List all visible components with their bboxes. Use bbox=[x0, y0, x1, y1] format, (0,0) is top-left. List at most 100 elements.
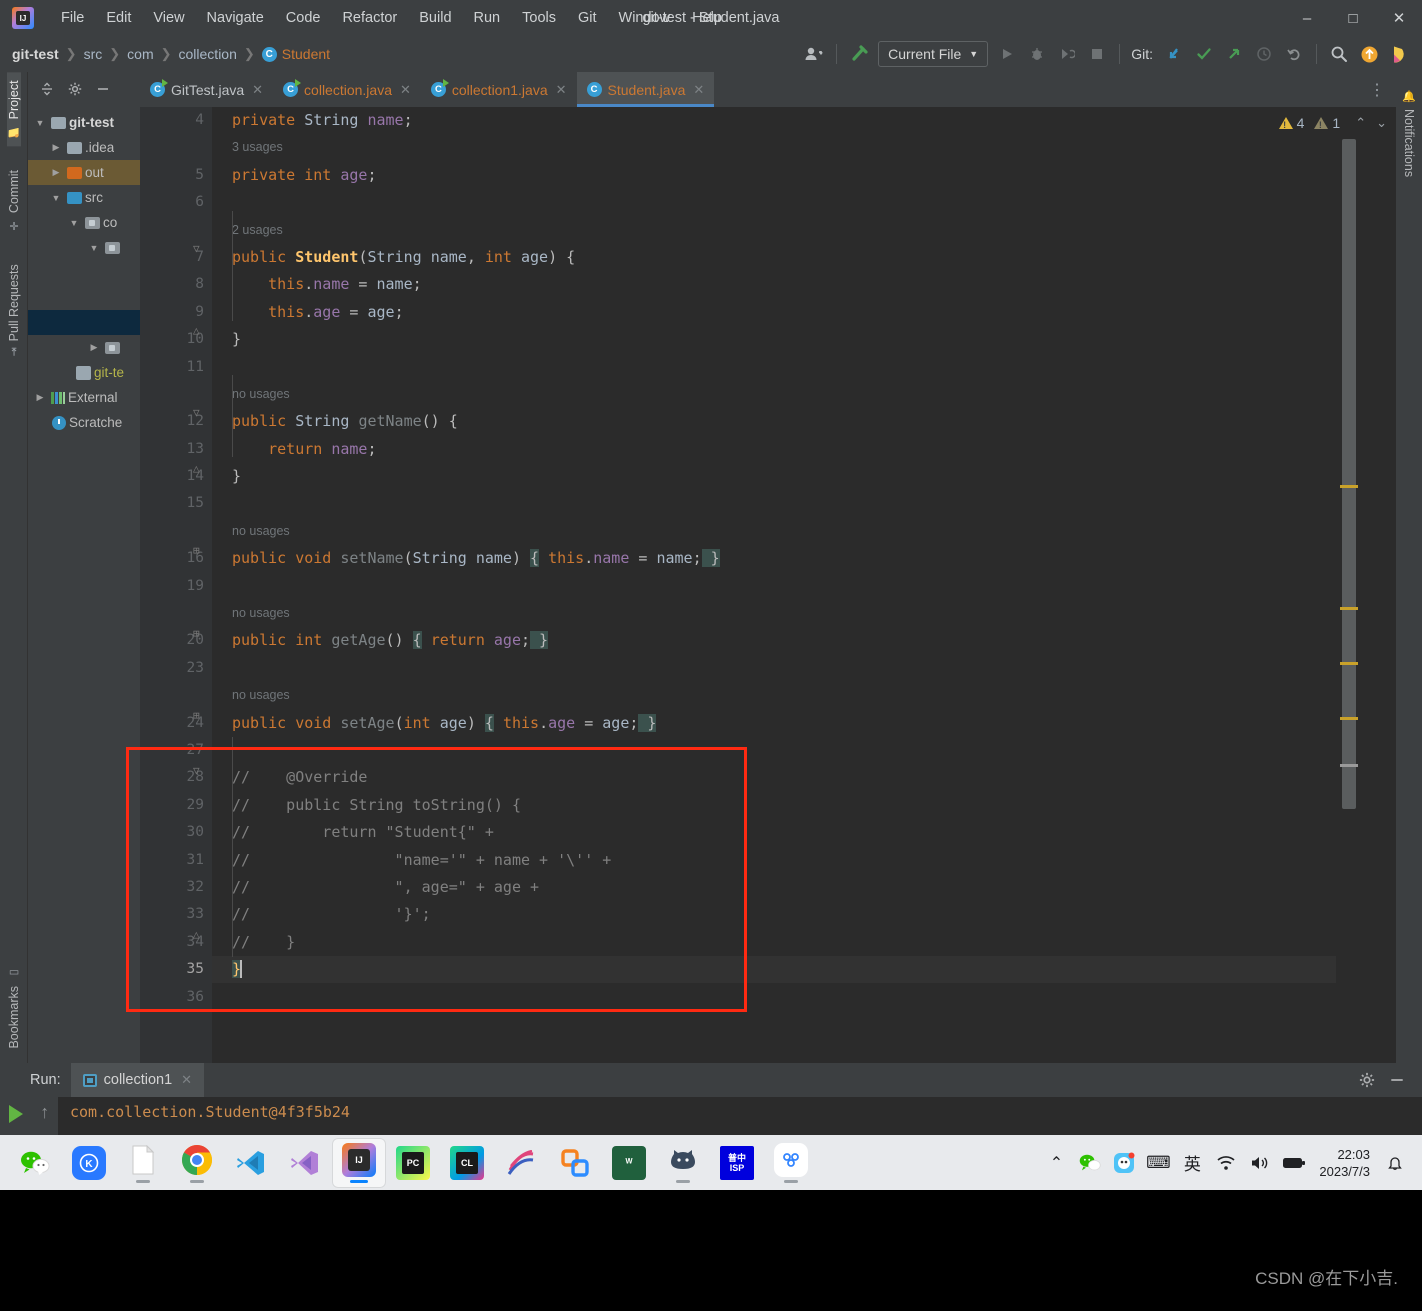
build-hammer-icon[interactable] bbox=[844, 40, 874, 68]
menu-navigate[interactable]: Navigate bbox=[196, 7, 275, 29]
taskbar-clock[interactable]: 22:03 2023/7/3 bbox=[1311, 1146, 1378, 1180]
scroll-up-icon[interactable]: ↑ bbox=[40, 1102, 49, 1123]
menu-view[interactable]: View bbox=[142, 7, 195, 29]
maximize-button[interactable]: □ bbox=[1330, 0, 1376, 36]
menu-code[interactable]: Code bbox=[275, 7, 332, 29]
gear-icon[interactable] bbox=[62, 77, 88, 101]
ime-language-icon[interactable]: 英 bbox=[1175, 1143, 1209, 1183]
scrollbar-weak-warning-marker[interactable] bbox=[1340, 764, 1358, 767]
tree-node-iml[interactable]: git-te bbox=[28, 360, 140, 385]
taskbar-app-file-explorer[interactable] bbox=[116, 1138, 170, 1188]
tool-window-tab-project[interactable]: 📁 Project bbox=[6, 72, 21, 147]
fold-icon-getname[interactable]: ▽ bbox=[193, 406, 200, 419]
ide-update-icon[interactable] bbox=[1354, 40, 1384, 68]
collapse-all-icon[interactable] bbox=[34, 77, 60, 101]
menu-window[interactable]: Window bbox=[608, 7, 682, 29]
stop-icon[interactable] bbox=[1082, 40, 1112, 68]
chevron-down-icon[interactable]: ▼ bbox=[86, 243, 102, 253]
breadcrumb-collection[interactable]: collection bbox=[179, 46, 237, 62]
chevron-right-icon[interactable]: ▶ bbox=[32, 392, 48, 403]
tool-window-tab-commit[interactable]: ✛ Commit bbox=[7, 162, 21, 240]
fold-icon-comment-end[interactable]: △ bbox=[193, 928, 200, 941]
close-icon[interactable]: ✕ bbox=[556, 82, 567, 98]
minimize-icon[interactable] bbox=[90, 77, 116, 101]
chevron-right-icon[interactable]: ▶ bbox=[48, 142, 64, 153]
tree-node-external-libraries[interactable]: ▶ External bbox=[28, 385, 140, 410]
taskbar-app-visual-studio[interactable] bbox=[278, 1138, 332, 1188]
editor-right-rail[interactable]: 4 1 ⌃ ⌄ bbox=[1278, 107, 1396, 1063]
inspection-widget[interactable]: 4 1 ⌃ ⌄ bbox=[1278, 115, 1390, 131]
taskbar-app-wechat[interactable] bbox=[8, 1138, 62, 1188]
tree-node-scratches[interactable]: Scratche bbox=[28, 410, 140, 435]
taskbar-app-vmware-workstation[interactable]: ᵂ bbox=[602, 1138, 656, 1188]
tree-node-com[interactable]: ▼ co bbox=[28, 210, 140, 235]
minimize-icon[interactable] bbox=[1384, 1068, 1410, 1092]
tree-node-out[interactable]: ▶ out bbox=[28, 160, 140, 185]
git-update-project-icon[interactable] bbox=[1159, 40, 1189, 68]
fold-icon-getname-end[interactable]: △ bbox=[193, 462, 200, 475]
tree-node-blank[interactable] bbox=[28, 285, 140, 310]
fold-icon-constructor[interactable]: ▽ bbox=[193, 242, 200, 255]
fold-icon-setage[interactable]: ⊞ bbox=[193, 709, 200, 722]
fold-icon-getage[interactable]: ⊞ bbox=[193, 627, 200, 640]
taskbar-app-baidu-netdisk[interactable] bbox=[764, 1138, 818, 1188]
editor-text[interactable]: private String name; 3 usages private in… bbox=[212, 107, 1336, 1063]
scrollbar-warning-marker[interactable] bbox=[1340, 485, 1358, 488]
chevron-right-icon[interactable]: ▶ bbox=[86, 342, 102, 353]
chevron-down-icon[interactable]: ▼ bbox=[32, 118, 48, 128]
tree-node-selected[interactable] bbox=[28, 310, 140, 335]
taskbar-app-kugou[interactable]: K bbox=[62, 1138, 116, 1188]
tree-node-src[interactable]: ▼ src bbox=[28, 185, 140, 210]
menu-git[interactable]: Git bbox=[567, 7, 608, 29]
taskbar-app-clion[interactable]: CL bbox=[440, 1138, 494, 1188]
editor-tab-gittest[interactable]: C GitTest.java ✕ bbox=[140, 72, 273, 107]
usage-hint[interactable]: no usages bbox=[232, 682, 1336, 709]
taskbar-app-vmware[interactable] bbox=[548, 1138, 602, 1188]
previous-problem-icon[interactable]: ⌃ bbox=[1352, 115, 1369, 131]
menu-file[interactable]: File bbox=[50, 7, 95, 29]
close-icon[interactable]: ✕ bbox=[693, 82, 704, 98]
tree-node-idea[interactable]: ▶ .idea bbox=[28, 135, 140, 160]
breadcrumb-com[interactable]: com bbox=[127, 46, 153, 62]
run-console-output[interactable]: com.collection.Student@4f3f5b24 bbox=[58, 1097, 1422, 1135]
editor-tab-collection[interactable]: C collection.java ✕ bbox=[273, 72, 421, 107]
taskbar-app-vscode[interactable] bbox=[224, 1138, 278, 1188]
git-commit-icon[interactable] bbox=[1189, 40, 1219, 68]
notification-center-icon[interactable] bbox=[1378, 1143, 1412, 1183]
taskbar-app-pycharm[interactable]: PC bbox=[386, 1138, 440, 1188]
fold-icon-comment[interactable]: ▽ bbox=[193, 764, 200, 777]
editor-scrollbar-thumb[interactable] bbox=[1342, 139, 1356, 809]
menu-tools[interactable]: Tools bbox=[511, 7, 567, 29]
tree-node-blank[interactable] bbox=[28, 260, 140, 285]
rerun-green-play-icon[interactable] bbox=[8, 1105, 23, 1123]
user-avatar-icon[interactable] bbox=[799, 40, 829, 68]
menu-run[interactable]: Run bbox=[463, 7, 512, 29]
tool-window-tab-notifications[interactable]: 🔔 Notifications bbox=[1402, 82, 1416, 186]
chevron-right-icon[interactable]: ▶ bbox=[48, 167, 64, 178]
usage-hint[interactable]: no usages bbox=[232, 381, 1336, 408]
tree-node-collection[interactable]: ▼ bbox=[28, 235, 140, 260]
tree-node-git-test[interactable]: ▼ git-test bbox=[28, 110, 140, 135]
breadcrumb-git-test[interactable]: git-test bbox=[12, 46, 59, 62]
run-configuration-selector[interactable]: Current File ▼ bbox=[878, 41, 989, 67]
usage-hint[interactable]: no usages bbox=[232, 600, 1336, 627]
breadcrumb-src[interactable]: src bbox=[84, 46, 103, 62]
wechat-tray-icon[interactable] bbox=[1073, 1143, 1107, 1183]
run-icon[interactable] bbox=[992, 40, 1022, 68]
show-hidden-icons-chevron[interactable]: ⌃ bbox=[1039, 1143, 1073, 1183]
menu-build[interactable]: Build bbox=[408, 7, 462, 29]
search-everywhere-icon[interactable] bbox=[1324, 40, 1354, 68]
taskbar-app-navicat[interactable] bbox=[494, 1138, 548, 1188]
editor-gutter[interactable]: 4 5 6 7 8 9 10 11 12 13 14 15 16 19 20 2… bbox=[140, 107, 212, 1063]
wifi-icon[interactable] bbox=[1209, 1143, 1243, 1183]
usage-hint[interactable]: 3 usages bbox=[232, 134, 1336, 161]
close-icon[interactable]: ✕ bbox=[400, 82, 411, 98]
sogou-input-tray-icon[interactable] bbox=[1107, 1143, 1141, 1183]
code-editor[interactable]: 4 5 6 7 8 9 10 11 12 13 14 15 16 19 20 2… bbox=[126, 107, 1396, 1063]
taskbar-app-intellij-idea[interactable]: IJ bbox=[332, 1137, 386, 1188]
taskbar-app-gitkraken[interactable] bbox=[656, 1138, 710, 1188]
menu-refactor[interactable]: Refactor bbox=[331, 7, 408, 29]
gear-icon[interactable] bbox=[1354, 1068, 1380, 1092]
breadcrumb-student[interactable]: Student bbox=[282, 46, 330, 62]
fold-icon-setname[interactable]: ⊞ bbox=[193, 544, 200, 557]
